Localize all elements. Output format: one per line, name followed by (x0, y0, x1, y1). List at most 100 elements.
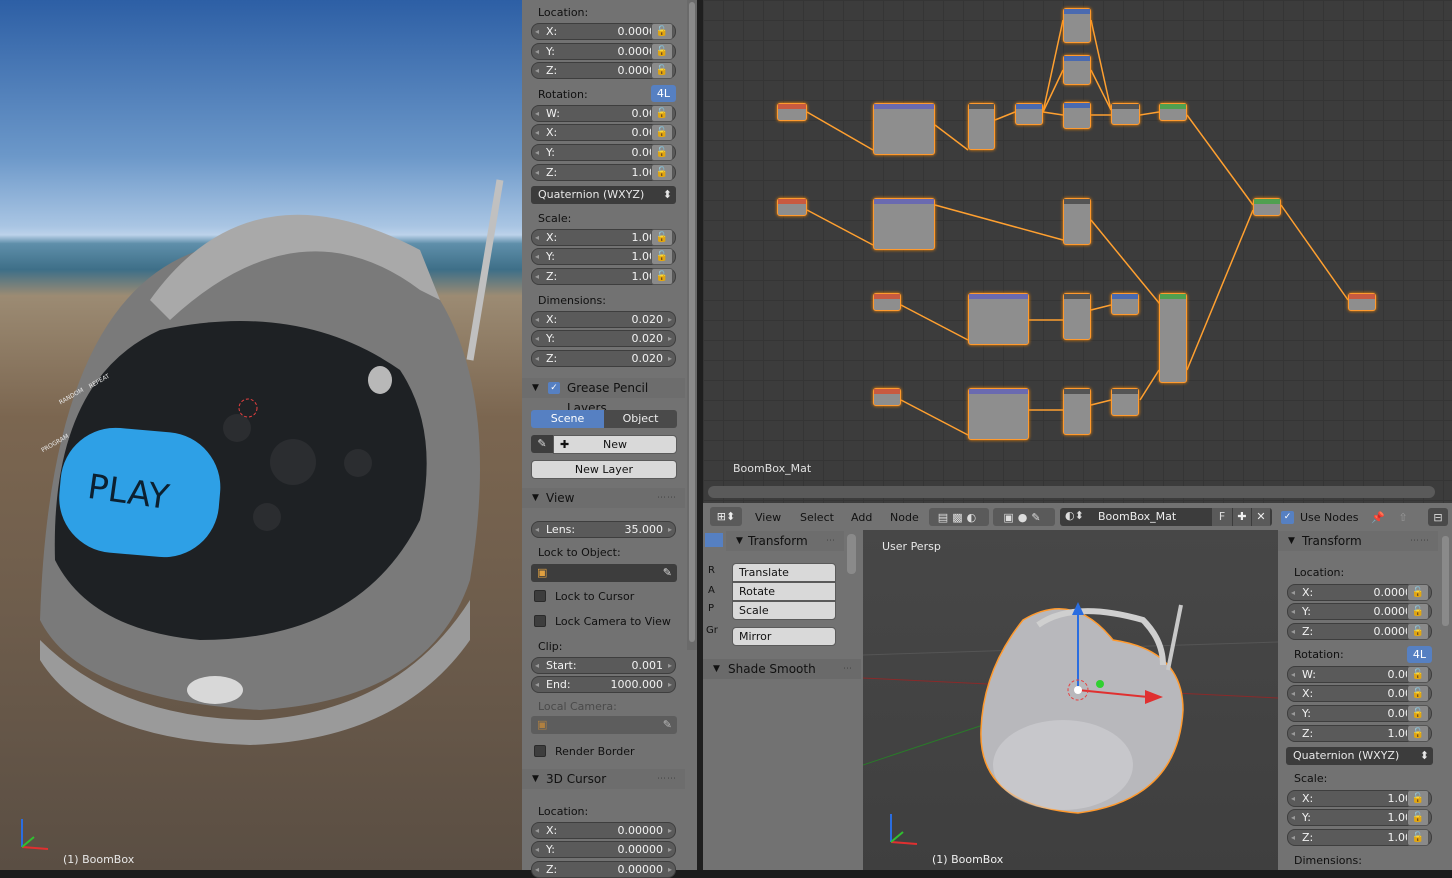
n-transform-header[interactable]: ▼ Transform ⋯⋯ (1278, 531, 1438, 551)
lock-object-field[interactable]: ▣ ✎ (531, 564, 677, 582)
snap-icon[interactable]: ⊟ (1428, 508, 1448, 526)
clip-end-field[interactable]: End:1000.000 (531, 676, 676, 693)
transform-header[interactable]: ▼ Transform ⋯ (726, 531, 844, 551)
cursor-y-field[interactable]: Y:0.00000 (531, 841, 676, 858)
node[interactable] (1063, 8, 1091, 43)
new-layer-button[interactable]: New Layer (531, 460, 677, 479)
node[interactable] (873, 103, 935, 155)
lock-icon[interactable]: 🔓 (651, 62, 673, 79)
shade-smooth-header[interactable]: ▼ Shade Smooth ⋯ (703, 659, 861, 679)
lock-icon[interactable]: 🔓 (651, 248, 673, 265)
lock-icon[interactable]: 🔓 (1407, 790, 1429, 807)
horizontal-scrollbar[interactable] (708, 486, 1435, 498)
menu-node[interactable]: Node (890, 511, 919, 524)
node[interactable] (968, 293, 1029, 345)
properties-scrollbar[interactable] (687, 0, 697, 650)
clip-start-field[interactable]: Start:0.001 (531, 657, 676, 674)
shader-type-icons[interactable]: ▤▩◐ (929, 508, 989, 526)
lock-icon[interactable]: 🔓 (651, 164, 673, 181)
view-header[interactable]: ▼ View ⋯⋯ (522, 488, 685, 508)
node[interactable] (873, 293, 901, 311)
tab-a[interactable]: A (708, 585, 715, 596)
node[interactable] (1063, 388, 1091, 435)
n-panel-scrollbar[interactable] (1442, 536, 1449, 626)
node[interactable] (968, 388, 1029, 440)
left-3d-viewport[interactable]: PLAY (1) BoomBox (0, 0, 522, 870)
3d-cursor-header[interactable]: ▼ 3D Cursor ⋯⋯ (522, 769, 685, 789)
node[interactable] (777, 103, 807, 121)
lock-icon[interactable]: 🔓 (651, 124, 673, 141)
lock-icon[interactable]: 🔓 (1407, 603, 1429, 620)
tool-shelf-scrollbar[interactable] (847, 534, 856, 574)
axis-gizmo-icon (890, 814, 918, 845)
lock-icon[interactable]: 🔓 (1407, 685, 1429, 702)
translate-button[interactable]: Translate (732, 563, 836, 582)
lock-icon[interactable]: 🔓 (1407, 623, 1429, 640)
dimension-x-field[interactable]: X:0.020 (531, 311, 676, 328)
tab-p[interactable]: P (708, 603, 714, 614)
node[interactable] (777, 198, 807, 216)
lock-icon[interactable]: 🔓 (1407, 666, 1429, 683)
lock-icon[interactable]: 🔓 (651, 268, 673, 285)
gp-object-tab[interactable]: Object (604, 410, 677, 428)
lock-icon[interactable]: 🔓 (1407, 829, 1429, 846)
mirror-button[interactable]: Mirror (732, 627, 836, 646)
gp-scene-tab[interactable]: Scene (531, 410, 604, 428)
node[interactable] (1348, 293, 1376, 311)
lock-icon[interactable]: 🔓 (1407, 705, 1429, 722)
node[interactable] (1111, 103, 1140, 125)
node[interactable] (1015, 103, 1043, 125)
node[interactable] (873, 388, 901, 406)
dimension-y-field[interactable]: Y:0.020 (531, 330, 676, 347)
node[interactable] (873, 198, 935, 250)
lock-icon[interactable]: 🔓 (651, 105, 673, 122)
dimension-z-field[interactable]: Z:0.020 (531, 350, 676, 367)
lock-icon[interactable]: 🔓 (651, 43, 673, 60)
n-rotation-mode-button[interactable]: 4L (1407, 646, 1432, 663)
node[interactable] (1063, 293, 1091, 340)
lock-icon[interactable]: 🔓 (651, 144, 673, 161)
scale-button[interactable]: Scale (732, 601, 836, 620)
lock-icon[interactable]: 🔓 (1407, 584, 1429, 601)
tab-gr[interactable]: Gr (706, 625, 718, 636)
node[interactable] (1111, 293, 1139, 315)
n-rotation-mode-select[interactable]: Quaternion (WXYZ) ⬍ (1286, 747, 1433, 765)
gp-new-button[interactable]: ✚ New (553, 435, 677, 454)
rotation-mode-button[interactable]: 4L (651, 85, 676, 102)
material-selector[interactable]: ◐⬍ BoomBox_Mat F ✚ ✕ (1060, 508, 1272, 526)
tool-tab-active[interactable] (705, 533, 723, 547)
use-nodes-checkbox[interactable]: ✓ (1281, 511, 1294, 524)
node[interactable] (1159, 293, 1187, 383)
node[interactable] (1159, 103, 1187, 121)
lock-icon[interactable]: 🔓 (1407, 809, 1429, 826)
lock-icon[interactable]: 🔓 (651, 229, 673, 246)
object-type-icons[interactable]: ▣●✎ (993, 508, 1055, 526)
pin-icon[interactable]: 📌 (1368, 508, 1388, 526)
render-border-checkbox[interactable] (534, 745, 546, 757)
lock-cursor-checkbox[interactable] (534, 590, 546, 602)
lock-camera-checkbox[interactable] (534, 615, 546, 627)
editor-type-icon[interactable]: ⊞⬍ (710, 507, 742, 526)
node[interactable] (1253, 198, 1281, 216)
local-camera-field[interactable]: ▣ ✎ (531, 716, 677, 734)
rotation-mode-select[interactable]: Quaternion (WXYZ) ⬍ (531, 186, 676, 204)
menu-view[interactable]: View (755, 511, 781, 524)
pencil-icon[interactable]: ✎ (531, 435, 553, 453)
lock-icon[interactable]: 🔓 (651, 23, 673, 40)
tab-r[interactable]: R (708, 565, 715, 576)
menu-add[interactable]: Add (851, 511, 872, 524)
node-editor[interactable]: BoomBox_Mat (703, 0, 1452, 503)
parent-tree-icon[interactable]: ⇧ (1393, 508, 1413, 526)
menu-select[interactable]: Select (800, 511, 834, 524)
lens-field[interactable]: Lens:35.000 (531, 521, 676, 538)
node[interactable] (1111, 388, 1139, 416)
node[interactable] (1063, 102, 1091, 129)
lock-icon[interactable]: 🔓 (1407, 725, 1429, 742)
node[interactable] (1063, 55, 1091, 85)
node[interactable] (1063, 198, 1091, 245)
cursor-x-field[interactable]: X:0.00000 (531, 822, 676, 839)
node[interactable] (968, 103, 995, 150)
grease-pencil-header[interactable]: ▼ ✓ Grease Pencil Layers (522, 378, 685, 415)
right-3d-viewport[interactable]: User Persp (1) BoomBox (863, 530, 1278, 870)
rotate-button[interactable]: Rotate (732, 582, 836, 601)
